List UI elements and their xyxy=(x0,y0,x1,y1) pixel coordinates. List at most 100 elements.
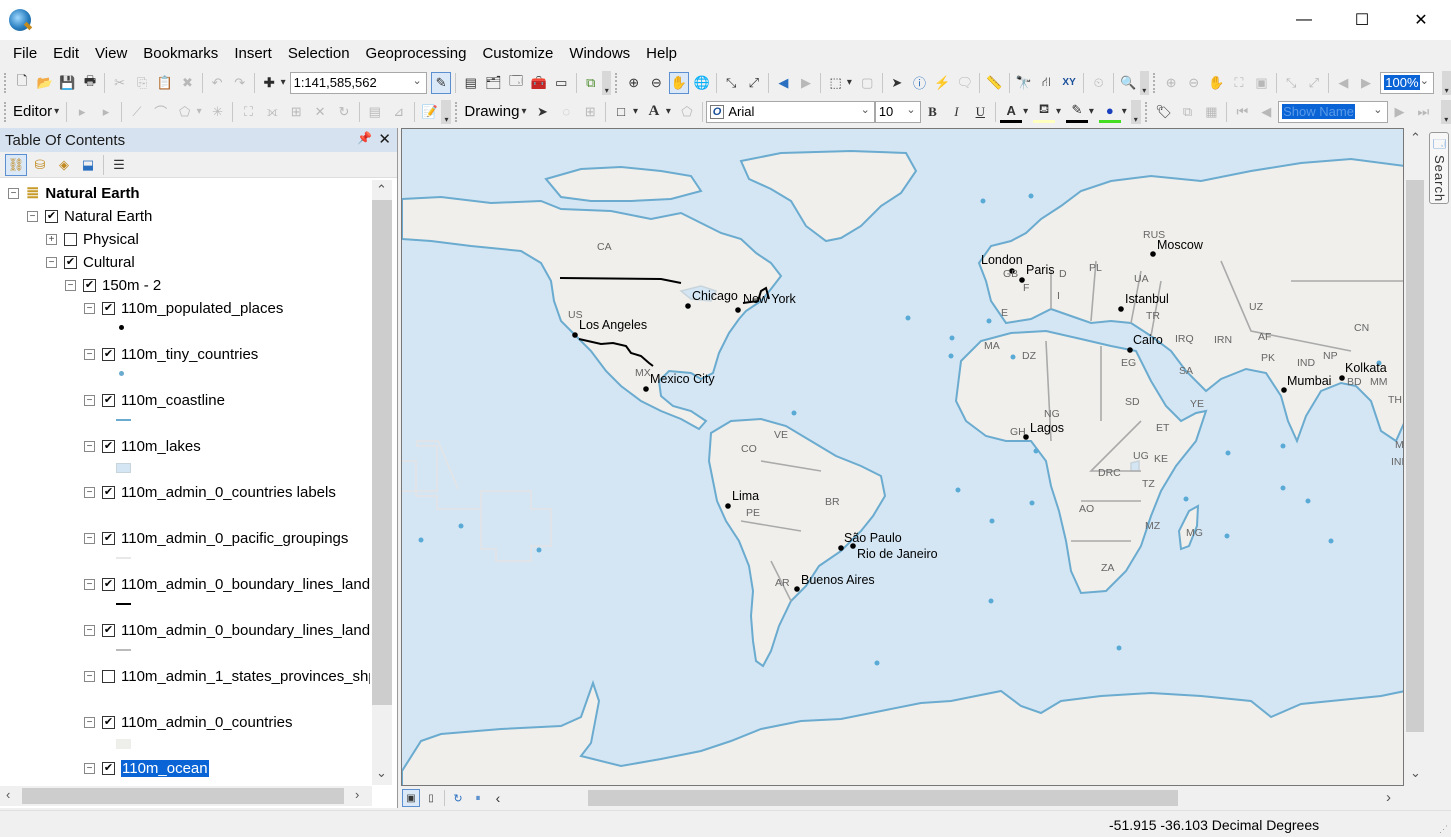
scroll-right-icon[interactable]: › xyxy=(1386,789,1391,806)
collapse-icon[interactable]: − xyxy=(65,279,76,291)
list-by-source-icon[interactable]: ⛁ xyxy=(29,154,51,176)
city-point[interactable] xyxy=(1150,251,1156,257)
toc-layer-label[interactable]: 110m_lakes xyxy=(121,438,201,455)
minimize-button[interactable]: — xyxy=(1275,0,1333,40)
layout-fixed-zoom-out-icon[interactable]: ⤢ xyxy=(1303,72,1324,94)
close-button[interactable]: ✕ xyxy=(1392,0,1450,40)
refresh-icon[interactable]: ↻ xyxy=(449,789,467,807)
toc-layer-label[interactable]: 110m_ocean xyxy=(121,759,209,777)
map-scale-combo[interactable]: 1:141,585,562 ⌄ xyxy=(289,71,427,94)
forward-extent-icon[interactable]: ▶ xyxy=(796,72,817,94)
layout-pan-icon[interactable]: ✋ xyxy=(1206,72,1227,94)
measure-icon[interactable]: 📏 xyxy=(984,72,1005,94)
map-horizontal-scroll-thumb[interactable] xyxy=(588,790,1178,806)
label-weight-icon[interactable]: ▦ xyxy=(1201,101,1223,123)
edit-tool-icon[interactable]: ▸ xyxy=(71,101,93,123)
toc-horizontal-scroll-thumb[interactable] xyxy=(22,788,344,804)
toc-layer-label[interactable]: 110m_admin_0_pacific_groupings xyxy=(121,530,348,547)
scroll-down-icon[interactable]: ⌄ xyxy=(1410,765,1421,781)
world-map[interactable]: Los Angeles Chicago New York Mexico City Lim… xyxy=(402,129,1404,786)
add-data-icon[interactable]: ✚ xyxy=(259,72,280,94)
editor-toolbar-icon[interactable]: ✎ xyxy=(430,71,452,94)
sketch-properties-icon[interactable]: ⊿ xyxy=(388,101,410,123)
menu-geoprocessing[interactable]: Geoprocessing xyxy=(358,40,475,68)
menu-file[interactable]: File xyxy=(5,40,45,68)
font-size-combo[interactable]: 10 ⌄ xyxy=(874,100,921,123)
city-point[interactable] xyxy=(794,586,800,592)
fill-color-icon[interactable]: ⛾ xyxy=(1033,101,1055,123)
undo-icon[interactable]: ↶ xyxy=(207,72,228,94)
toc-layer-label[interactable]: 110m_admin_1_states_provinces_shp xyxy=(121,668,370,685)
layer-visibility-checkbox[interactable]: ✔ xyxy=(64,255,77,269)
toc-layer-row[interactable]: − ✔ 110m_admin_0_boundary_lines_land xyxy=(84,620,370,640)
search-side-tab[interactable]: 🗔 Search xyxy=(1429,132,1449,204)
toc-layer-row[interactable]: − ✔ 110m_admin_0_boundary_lines_land xyxy=(84,574,370,594)
toc-layer-label[interactable]: 110m_tiny_countries xyxy=(121,346,258,363)
toc-layer-row[interactable]: − ✔ Natural Earth xyxy=(27,206,152,226)
line-color-icon[interactable]: ✎ xyxy=(1066,101,1088,123)
map-view[interactable]: Los Angeles Chicago New York Mexico City Lim… xyxy=(401,128,1404,786)
city-point[interactable] xyxy=(850,543,856,549)
maximize-button[interactable]: ☐ xyxy=(1333,0,1391,40)
collapse-icon[interactable]: − xyxy=(84,716,95,728)
toolbar-overflow-button[interactable]: ▾ xyxy=(1442,70,1451,95)
toc-layer-row[interactable]: − ≣ Natural Earth xyxy=(8,183,140,203)
map-vertical-scroll-thumb[interactable] xyxy=(1406,180,1424,732)
create-features-icon[interactable]: 📝 xyxy=(419,101,441,123)
toolbar-overflow-button[interactable]: ▾ xyxy=(602,70,612,95)
next-page-icon[interactable]: ▶ xyxy=(1389,101,1411,123)
catalog-icon[interactable]: 🗂 xyxy=(483,72,504,94)
data-view-icon[interactable]: ▣ xyxy=(402,789,420,807)
rotate-element-icon[interactable]: ◌ xyxy=(555,101,577,123)
layer-visibility-checkbox[interactable]: ✔ xyxy=(102,485,115,499)
scroll-right-icon[interactable]: › xyxy=(355,787,359,802)
layer-visibility-checkbox[interactable]: ✔ xyxy=(102,393,115,407)
layer-visibility-checkbox[interactable]: ✔ xyxy=(45,209,58,223)
list-by-selection-icon[interactable]: ⬓ xyxy=(77,154,99,176)
rectangle-icon[interactable]: □ xyxy=(610,101,632,123)
zoom-to-selected-elements-icon[interactable]: ⊞ xyxy=(579,101,601,123)
toolbar-overflow-button[interactable]: ▾ xyxy=(441,99,452,124)
city-point[interactable] xyxy=(838,545,844,551)
save-icon[interactable]: 💾 xyxy=(57,72,78,94)
toc-layer-row[interactable]: − ✔ 110m_coastline xyxy=(84,390,225,410)
layer-visibility-checkbox[interactable]: ✔ xyxy=(102,347,115,361)
pan-hand-icon[interactable]: ✋ xyxy=(668,71,690,94)
toc-layer-row[interactable]: − ✔ 110m_populated_places xyxy=(84,298,283,318)
menu-customize[interactable]: Customize xyxy=(474,40,561,68)
model-builder-icon[interactable]: ⧉ xyxy=(580,72,601,94)
expand-icon[interactable]: + xyxy=(46,233,57,245)
toc-vertical-scrollbar[interactable]: ⌃ ⌄ xyxy=(372,180,392,785)
city-point[interactable] xyxy=(1127,347,1133,353)
straight-segment-icon[interactable]: ⟋ xyxy=(126,101,148,123)
layer-visibility-checkbox[interactable]: ✔ xyxy=(102,715,115,729)
zoom-whole-page-icon[interactable]: ⛶ xyxy=(1229,72,1250,94)
rotate-icon[interactable]: ↻ xyxy=(333,101,355,123)
select-elements-icon[interactable]: ➤ xyxy=(531,101,553,123)
hyperlink-icon[interactable]: ⚡ xyxy=(932,72,953,94)
toc-layer-label[interactable]: 110m_coastline xyxy=(121,392,225,409)
toc-options-icon[interactable]: ☰ xyxy=(108,154,130,176)
collapse-icon[interactable]: − xyxy=(84,302,95,314)
endpoint-arc-icon[interactable]: ⌒ xyxy=(150,101,172,123)
edit-vertices-drawing-icon[interactable]: ⬠ xyxy=(676,101,698,123)
toc-horizontal-scrollbar[interactable]: ‹ › xyxy=(0,786,372,806)
zoom-100-percent-icon[interactable]: ▣ xyxy=(1251,72,1272,94)
collapse-icon[interactable]: − xyxy=(84,762,95,774)
collapse-icon[interactable]: − xyxy=(84,670,95,682)
scroll-left-icon[interactable]: ‹ xyxy=(6,787,10,802)
collapse-icon[interactable]: − xyxy=(84,348,95,360)
collapse-icon[interactable]: − xyxy=(84,394,95,406)
menu-bookmarks[interactable]: Bookmarks xyxy=(135,40,226,68)
pin-icon[interactable]: 📌 xyxy=(357,131,372,145)
paste-icon[interactable]: 📋 xyxy=(155,72,176,94)
scroll-down-icon[interactable]: ⌄ xyxy=(376,765,387,781)
layout-zoom-combo[interactable]: 100% ⌄ xyxy=(1380,71,1434,94)
toc-layer-row[interactable]: − ✔ 110m_admin_0_pacific_groupings xyxy=(84,528,348,548)
city-point[interactable] xyxy=(685,303,691,309)
layout-zoom-in-icon[interactable]: ⊕ xyxy=(1161,72,1182,94)
layer-visibility-checkbox[interactable]: ✔ xyxy=(102,761,115,775)
zoom-out-icon[interactable]: ⊖ xyxy=(646,72,667,94)
previous-page-icon[interactable]: ◀ xyxy=(1255,101,1277,123)
underline-button[interactable]: U xyxy=(969,101,991,123)
